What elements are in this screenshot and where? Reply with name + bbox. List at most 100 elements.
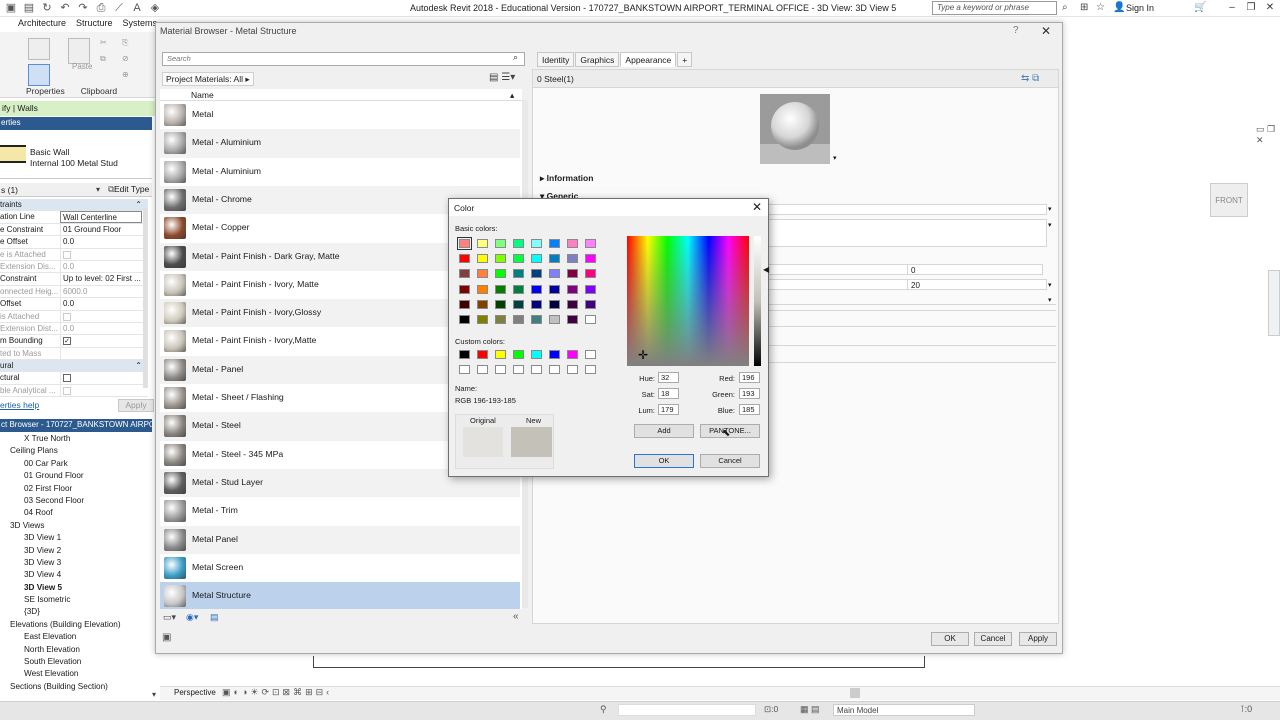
custom-color-swatch[interactable] [531, 350, 542, 359]
basic-color-swatch[interactable] [531, 254, 542, 264]
custom-color-swatch[interactable] [477, 350, 488, 359]
basic-color-swatch[interactable] [477, 254, 488, 264]
basic-color-swatch[interactable] [585, 269, 596, 279]
add-asset-tab[interactable]: + [677, 52, 693, 67]
property-row[interactable]: e is Attached [0, 248, 148, 261]
custom-color-swatch[interactable] [495, 350, 506, 359]
property-row[interactable]: onnected Heig... 6000.0 [0, 285, 148, 299]
tree-item[interactable]: Ceiling Plans [0, 445, 152, 457]
crosshair-icon[interactable]: ✛ [638, 348, 648, 362]
measure-icon[interactable]: ⟋ [112, 2, 126, 15]
basic-color-swatch[interactable] [459, 269, 470, 279]
custom-color-swatch[interactable] [567, 350, 578, 359]
basic-color-swatch[interactable] [549, 239, 560, 248]
dropdown-icon[interactable]: ▾ [1048, 205, 1052, 213]
basic-color-swatch[interactable] [585, 254, 596, 264]
highlights-row[interactable] [768, 294, 1056, 305]
basic-color-swatch[interactable] [513, 315, 524, 324]
material-row[interactable]: Metal - Trim [160, 497, 520, 525]
basic-color-swatch[interactable] [495, 239, 506, 248]
basic-color-swatch[interactable] [531, 284, 542, 294]
luminance-arrow-icon[interactable]: ◀ [763, 265, 769, 274]
custom-color-swatch[interactable] [477, 365, 488, 374]
generic-color-field[interactable] [768, 204, 1047, 215]
property-row[interactable]: Extension Dist... 0.0 [0, 322, 148, 336]
tree-item[interactable]: South Elevation [0, 656, 152, 668]
property-value[interactable] [60, 372, 142, 384]
apply-properties-button[interactable]: Apply [118, 399, 154, 412]
minimize-icon[interactable]: – [1224, 0, 1240, 16]
replace-asset-icon[interactable]: ⇆ [1021, 73, 1029, 84]
property-row[interactable]: Constraint Up to level: 02 First ... [0, 273, 148, 286]
preview-options-icon[interactable]: ▾ [833, 154, 837, 162]
generic-image-field[interactable] [768, 219, 1047, 247]
custom-color-swatch[interactable] [549, 365, 560, 374]
tree-item[interactable]: 03 Second Floor [0, 495, 152, 507]
dropdown-icon[interactable]: ▾ [1048, 296, 1052, 304]
project-materials-filter[interactable]: Project Materials: All ▸ [162, 72, 254, 86]
tree-item[interactable]: X True North [0, 433, 152, 445]
basic-color-swatch[interactable] [477, 269, 488, 279]
cut-icon[interactable]: ✂ [100, 38, 107, 47]
basic-color-swatch[interactable] [477, 315, 488, 324]
tab-systems[interactable]: Systems [123, 18, 158, 32]
tree-item[interactable]: SE Isometric [0, 594, 152, 606]
custom-color-swatch[interactable] [495, 365, 506, 374]
join-icon[interactable]: ⊕ [122, 70, 129, 79]
property-row[interactable]: ation Line Wall Centerline [0, 211, 148, 224]
basic-color-swatch[interactable] [585, 315, 596, 324]
sat-input[interactable]: 18 [658, 388, 679, 399]
material-row[interactable]: Metal Screen [160, 554, 520, 582]
close-icon[interactable]: ✕ [752, 200, 762, 214]
dropdown-icon[interactable]: ▾ [96, 185, 100, 194]
workset-field[interactable] [618, 704, 756, 716]
basic-color-swatch[interactable] [477, 239, 488, 248]
information-section[interactable]: ▸ Information [540, 173, 593, 184]
property-row[interactable]: ted to Mass [0, 347, 148, 361]
property-row[interactable]: m Bounding ✓ [0, 335, 148, 348]
hue-input[interactable]: 32 [658, 372, 679, 383]
help-icon[interactable]: ? [1013, 25, 1019, 36]
property-row[interactable]: ble Analytical ... [0, 384, 148, 398]
property-value[interactable]: Up to level: 02 First ... [60, 273, 142, 285]
glossiness-slider[interactable] [768, 279, 908, 290]
tab-graphics[interactable]: Graphics [575, 52, 620, 67]
tab-architecture[interactable]: Architecture [18, 18, 66, 32]
property-row[interactable]: is Attached [0, 310, 148, 323]
blue-input[interactable]: 185 [739, 404, 760, 415]
text-icon[interactable]: A [130, 2, 144, 15]
basic-color-swatch[interactable] [549, 284, 560, 294]
basic-color-swatch[interactable] [549, 254, 560, 264]
filter-icon[interactable]: ⊺:0 [1240, 704, 1252, 715]
image-fade-value[interactable]: 0 [907, 264, 1043, 275]
basic-color-swatch[interactable] [567, 299, 578, 309]
copy-icon[interactable]: ⎘ [122, 38, 128, 48]
tree-item[interactable]: 3D View 2 [0, 545, 152, 557]
edit-type-button[interactable]: Edit Type [114, 184, 149, 194]
list-view-icon[interactable]: ☰▾ [501, 72, 515, 83]
paste-label[interactable]: Paste [72, 62, 92, 71]
basic-color-swatch[interactable] [567, 254, 578, 264]
match-icon[interactable]: ⧉ [100, 54, 106, 64]
property-row[interactable]: ctural [0, 372, 148, 385]
basic-color-swatch[interactable] [513, 254, 524, 264]
library-panel-icon[interactable]: ▣ [162, 632, 171, 643]
tree-item[interactable]: 3D Views [0, 520, 152, 532]
property-value[interactable]: 0.0 [60, 298, 142, 310]
basic-color-swatch[interactable] [549, 315, 560, 324]
basic-color-swatch[interactable] [495, 299, 506, 309]
restore-icon[interactable]: ❐ [1243, 0, 1259, 16]
property-value[interactable]: ✓ [60, 335, 142, 347]
collapse-icon[interactable]: ⌃ [60, 360, 142, 371]
basic-color-swatch[interactable] [513, 284, 524, 294]
print-icon[interactable]: ⎙ [94, 2, 108, 15]
room-bounding-checkbox[interactable]: ✓ [63, 337, 71, 346]
sign-in-button[interactable]: Sign In [1126, 3, 1154, 13]
user-icon[interactable]: 👤 [1113, 2, 1125, 13]
close-window-icon[interactable]: ✕ [1262, 0, 1278, 16]
add-custom-color-button[interactable]: Add [634, 424, 694, 438]
basic-color-swatch[interactable] [531, 315, 542, 324]
basic-color-swatch[interactable] [495, 254, 506, 264]
custom-color-swatch[interactable] [585, 350, 596, 359]
basic-color-swatch[interactable] [549, 269, 560, 279]
